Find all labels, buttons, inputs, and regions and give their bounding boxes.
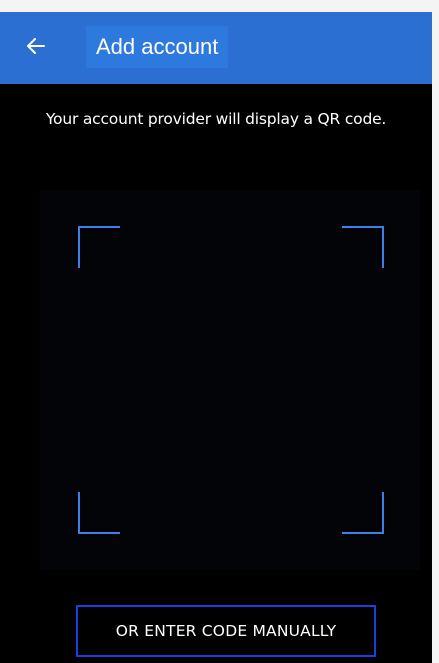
phone-screen: Add account Your account provider will d… bbox=[0, 0, 432, 663]
scanner-corner-top-right bbox=[342, 226, 384, 268]
enter-code-manually-button[interactable]: OR ENTER CODE MANUALLY bbox=[76, 605, 376, 657]
enter-code-manually-label: OR ENTER CODE MANUALLY bbox=[115, 622, 337, 640]
title-box: Add account bbox=[86, 26, 229, 68]
qr-instruction-text: Your account provider will display a QR … bbox=[45, 110, 387, 128]
arrow-left-icon bbox=[27, 37, 45, 59]
status-strip bbox=[0, 0, 432, 12]
app-bar: Add account bbox=[0, 12, 432, 84]
scanner-corner-bottom-right bbox=[342, 492, 384, 534]
scanner-corner-bottom-left bbox=[78, 492, 120, 534]
page-title: Add account bbox=[96, 34, 219, 59]
scanner-corner-top-left bbox=[78, 226, 120, 268]
back-button[interactable] bbox=[20, 32, 52, 64]
